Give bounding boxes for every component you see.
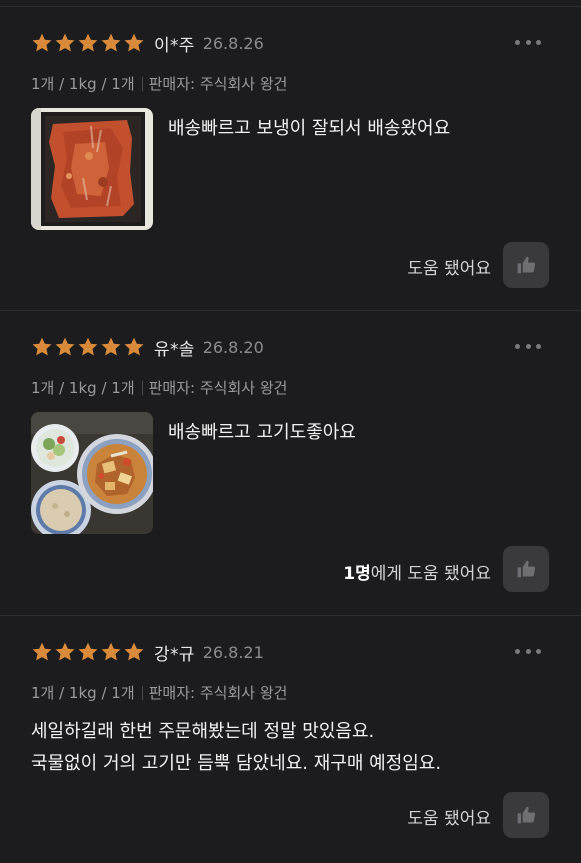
star-icon	[78, 642, 98, 661]
star-rating	[31, 641, 145, 663]
star-icon	[101, 642, 121, 661]
star-icon	[124, 337, 144, 356]
thumbs-up-icon	[517, 256, 536, 274]
review-text: 세일하길래 한번 주문해봤는데 정말 맛있음요. 국물없이 거의 고기만 듬뿍 …	[31, 716, 441, 780]
star-icon	[78, 337, 98, 356]
helpful-label: 도움 됐어요	[407, 254, 491, 279]
option-text: 1개 / 1kg / 1개	[31, 684, 135, 702]
review-card: 이*주 26.8.26 1개 / 1kg / 1개 판매자: 주식회사 왕건 배…	[0, 0, 581, 310]
star-icon	[32, 337, 52, 356]
review-card: 강*규 26.8.21 1개 / 1kg / 1개 판매자: 주식회사 왕건 세…	[0, 616, 581, 863]
helpful-text: 도움 됐어요	[407, 259, 491, 279]
rating-row: 유*솔 26.8.20	[31, 335, 264, 360]
star-rating	[31, 336, 145, 358]
helpful-button[interactable]	[503, 546, 549, 592]
star-icon	[55, 33, 75, 52]
star-icon	[55, 642, 75, 661]
helpful-button[interactable]	[503, 792, 549, 838]
review-date: 26.8.21	[202, 642, 264, 662]
thumbs-up-icon	[517, 806, 536, 824]
star-icon	[101, 337, 121, 356]
review-text-line: 국물없이 거의 고기만 듬뿍 담았네요. 재구매 예정임요.	[31, 753, 442, 774]
thumbs-up-icon	[517, 560, 536, 578]
more-options-icon[interactable]	[515, 37, 541, 47]
reviewer-name: 강*규	[154, 644, 195, 665]
star-icon	[55, 337, 75, 356]
divider	[141, 685, 143, 700]
seller-text: 판매자: 주식회사 왕건	[148, 684, 288, 702]
helpful-label: 1명에게 도움 됐어요	[343, 559, 491, 584]
rating-row: 강*규 26.8.21	[31, 640, 264, 665]
helpful-text: 도움 됐어요	[407, 809, 491, 829]
helpful-label: 도움 됐어요	[407, 804, 491, 829]
purchase-option: 1개 / 1kg / 1개 판매자: 주식회사 왕건	[31, 73, 287, 94]
star-rating	[31, 32, 145, 54]
star-icon	[32, 33, 52, 52]
review-photo[interactable]	[31, 108, 153, 230]
more-options-icon[interactable]	[515, 646, 541, 656]
helpful-count: 1명	[343, 564, 371, 584]
review-date: 26.8.20	[202, 337, 264, 357]
divider	[141, 76, 143, 91]
star-icon	[78, 33, 98, 52]
rating-row: 이*주 26.8.26	[31, 31, 264, 56]
review-text-line: 세일하길래 한번 주문해봤는데 정말 맛있음요.	[31, 721, 375, 742]
option-text: 1개 / 1kg / 1개	[31, 379, 135, 397]
divider	[141, 380, 143, 395]
star-icon	[32, 642, 52, 661]
review-text: 배송빠르고 보냉이 잘되서 배송왔어요	[168, 118, 451, 139]
reviewer-name: 유*솔	[154, 339, 195, 360]
star-icon	[101, 33, 121, 52]
review-text: 배송빠르고 고기도좋아요	[168, 422, 356, 443]
purchase-option: 1개 / 1kg / 1개 판매자: 주식회사 왕건	[31, 682, 287, 703]
reviewer-name: 이*주	[154, 35, 195, 56]
helpful-button[interactable]	[503, 242, 549, 288]
more-options-icon[interactable]	[515, 341, 541, 351]
option-text: 1개 / 1kg / 1개	[31, 75, 135, 93]
review-photo[interactable]	[31, 412, 153, 534]
seller-text: 판매자: 주식회사 왕건	[148, 379, 288, 397]
seller-text: 판매자: 주식회사 왕건	[148, 75, 288, 93]
star-icon	[124, 642, 144, 661]
purchase-option: 1개 / 1kg / 1개 판매자: 주식회사 왕건	[31, 377, 287, 398]
review-date: 26.8.26	[202, 33, 264, 53]
review-card: 유*솔 26.8.20 1개 / 1kg / 1개 판매자: 주식회사 왕건 배…	[0, 311, 581, 615]
star-icon	[124, 33, 144, 52]
helpful-text: 에게 도움 됐어요	[370, 564, 491, 584]
